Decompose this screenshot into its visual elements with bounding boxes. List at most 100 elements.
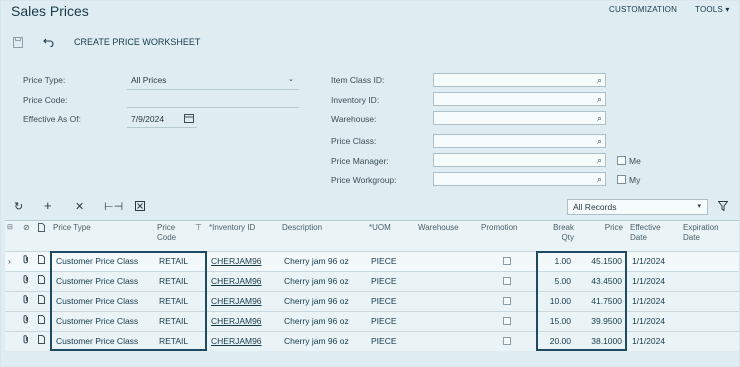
cell-inventory-id-link[interactable]: CHERJAM96 — [211, 251, 262, 271]
attachment-icon[interactable] — [22, 311, 30, 331]
undo-icon[interactable] — [43, 35, 54, 49]
note-icon — [38, 223, 45, 235]
promotion-checkbox[interactable] — [503, 257, 511, 265]
cell-break-qty: 5.00 — [554, 276, 571, 286]
cell-price-code: RETAIL — [159, 336, 189, 346]
col-price[interactable]: Price — [591, 223, 623, 233]
cell-price-code: RETAIL — [159, 256, 189, 266]
cell-inventory-id-link[interactable]: CHERJAM96 — [211, 291, 262, 311]
cell-uom: PIECE — [371, 296, 397, 306]
item-class-input[interactable]: ⌕ — [433, 73, 606, 87]
col-expiration-date-line2: Date — [683, 233, 700, 242]
price-workgroup-input[interactable]: ⌕ — [433, 172, 606, 186]
records-filter-select[interactable]: All Records ▾ — [567, 199, 708, 215]
page-container: Sales Prices CUSTOMIZATION TOOLS ▾ CREAT… — [1, 1, 739, 366]
col-price-type[interactable]: Price Type — [53, 223, 91, 233]
cell-effective-date: 1/1/2024 — [632, 296, 666, 306]
save-icon[interactable] — [13, 35, 23, 49]
cell-inventory-id-link[interactable]: CHERJAM96 — [211, 331, 262, 351]
col-expiration-date[interactable]: Expiration Date — [683, 223, 719, 243]
col-warehouse[interactable]: Warehouse — [418, 223, 459, 233]
search-icon[interactable]: ⌕ — [597, 174, 602, 185]
column-filter-icon[interactable]: ⊤ — [195, 223, 202, 233]
note-icon[interactable] — [38, 291, 45, 311]
search-icon[interactable]: ⌕ — [597, 113, 602, 124]
search-icon[interactable]: ⌕ — [597, 94, 602, 105]
price-code-field[interactable] — [127, 107, 299, 108]
cell-uom: PIECE — [371, 256, 397, 266]
item-class-label: Item Class ID: — [331, 75, 385, 85]
create-price-worksheet-button[interactable]: CREATE PRICE WORKSHEET — [74, 35, 200, 49]
cell-price: 38.1000 — [591, 336, 622, 346]
note-icon[interactable] — [38, 311, 45, 331]
price-code-label: Price Code: — [23, 95, 68, 105]
search-icon[interactable]: ⌕ — [597, 155, 602, 166]
note-icon[interactable] — [38, 251, 45, 271]
col-description[interactable]: Description — [282, 223, 322, 233]
chevron-down-icon[interactable]: ⌄ — [288, 75, 294, 83]
promotion-checkbox[interactable] — [503, 297, 511, 305]
col-promotion[interactable]: Promotion — [481, 223, 517, 233]
window-frame: Sales Prices CUSTOMIZATION TOOLS ▾ CREAT… — [0, 0, 740, 367]
effective-date-input[interactable]: 7/9/2024 — [131, 114, 164, 124]
warehouse-input[interactable]: ⌕ — [433, 111, 606, 125]
col-break-qty-line1: Break — [553, 223, 574, 232]
export-excel-icon[interactable] — [135, 201, 145, 214]
attachment-icon[interactable] — [22, 291, 30, 311]
promotion-checkbox[interactable] — [503, 317, 511, 325]
delete-row-icon[interactable]: ✕ — [75, 200, 84, 213]
price-manager-input[interactable]: ⌕ — [433, 153, 606, 167]
cell-price-type: Customer Price Class — [56, 316, 139, 326]
promotion-checkbox[interactable] — [503, 277, 511, 285]
col-effective-date-line2: Date — [630, 233, 647, 242]
cell-description: Cherry jam 96 oz — [284, 336, 349, 346]
col-effective-date[interactable]: Effective Date — [630, 223, 661, 243]
effective-as-of-label: Effective As Of: — [23, 114, 81, 124]
search-icon[interactable]: ⌕ — [597, 136, 602, 147]
cell-effective-date: 1/1/2024 — [632, 336, 666, 346]
col-inventory-id[interactable]: *Inventory ID — [209, 223, 255, 233]
chevron-down-icon: ▾ — [725, 5, 730, 14]
fit-columns-icon[interactable]: ⊢⊣ — [104, 200, 123, 213]
note-icon[interactable] — [38, 331, 45, 351]
attachment-icon[interactable] — [22, 271, 30, 291]
cell-price: 43.4500 — [591, 276, 622, 286]
cell-description: Cherry jam 96 oz — [284, 296, 349, 306]
me-checkbox[interactable] — [617, 156, 626, 165]
inventory-id-input[interactable]: ⌕ — [433, 92, 606, 106]
effective-date-underline — [127, 127, 197, 128]
attachment-icon[interactable] — [22, 331, 30, 351]
tools-menu[interactable]: TOOLS ▾ — [695, 5, 730, 14]
my-checkbox[interactable] — [617, 175, 626, 184]
calendar-icon[interactable] — [184, 113, 194, 125]
price-workgroup-label: Price Workgroup: — [331, 175, 397, 185]
cell-uom: PIECE — [371, 336, 397, 346]
note-icon[interactable] — [38, 271, 45, 291]
col-break-qty[interactable]: Break Qty — [541, 223, 574, 243]
price-type-select[interactable]: All Prices — [131, 75, 166, 85]
customization-menu[interactable]: CUSTOMIZATION — [609, 5, 677, 14]
cell-inventory-id-link[interactable]: CHERJAM96 — [211, 271, 262, 291]
refresh-icon[interactable]: ↻ — [14, 200, 23, 213]
cell-break-qty: 10.00 — [549, 296, 571, 306]
cell-inventory-id-link[interactable]: CHERJAM96 — [211, 311, 262, 331]
cell-description: Cherry jam 96 oz — [284, 276, 349, 286]
cell-price-code: RETAIL — [159, 276, 189, 286]
add-row-icon[interactable]: + — [44, 198, 52, 213]
cell-break-qty: 15.00 — [549, 316, 571, 326]
cell-price-type: Customer Price Class — [56, 276, 139, 286]
filter-icon[interactable] — [717, 201, 729, 214]
search-icon[interactable]: ⌕ — [597, 75, 602, 86]
price-class-label: Price Class: — [331, 136, 377, 146]
attachment-icon: ⊘ — [23, 223, 30, 232]
records-filter-value: All Records — [573, 202, 617, 212]
price-class-input[interactable]: ⌕ — [433, 134, 606, 148]
row-select-icon[interactable]: ⊟ — [7, 223, 13, 233]
attachment-icon[interactable] — [22, 251, 30, 271]
cell-price-code: RETAIL — [159, 316, 189, 326]
chevron-down-icon: ▾ — [697, 203, 701, 210]
cell-price: 41.7500 — [591, 296, 622, 306]
promotion-checkbox[interactable] — [503, 337, 511, 345]
col-price-code[interactable]: Price Code — [157, 223, 176, 243]
col-uom[interactable]: *UOM — [369, 223, 391, 233]
